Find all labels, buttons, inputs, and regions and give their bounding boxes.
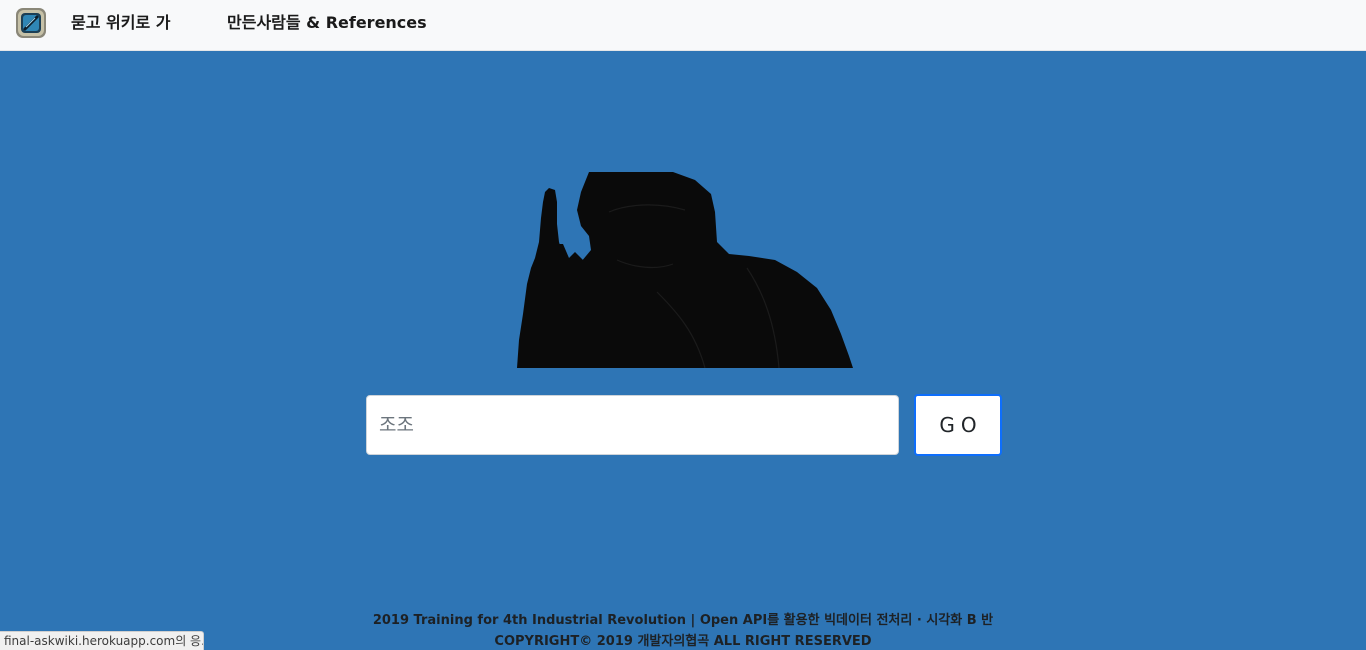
browser-status-bar: final-askwiki.herokuapp.com의 응...: [0, 631, 204, 650]
hero-section: GO: [0, 51, 1366, 650]
search-input[interactable]: [366, 395, 899, 455]
pointing-man-silhouette-icon: [517, 172, 853, 368]
askwiki-logo-icon[interactable]: [15, 7, 47, 39]
footer-training-text: 2019 Training for 4th Industrial Revolut…: [372, 613, 994, 628]
nav-credits-link[interactable]: 만든사람들 & References: [227, 13, 427, 33]
nav-brand-link[interactable]: 묻고 위키로 가: [71, 13, 170, 33]
footer-copyright-text: COPYRIGHT© 2019 개발자의협곡 ALL RIGHT RESERVE…: [494, 634, 872, 649]
top-navbar: 묻고 위키로 가 만든사람들 & References: [0, 0, 1366, 51]
go-button[interactable]: GO: [914, 394, 1002, 456]
